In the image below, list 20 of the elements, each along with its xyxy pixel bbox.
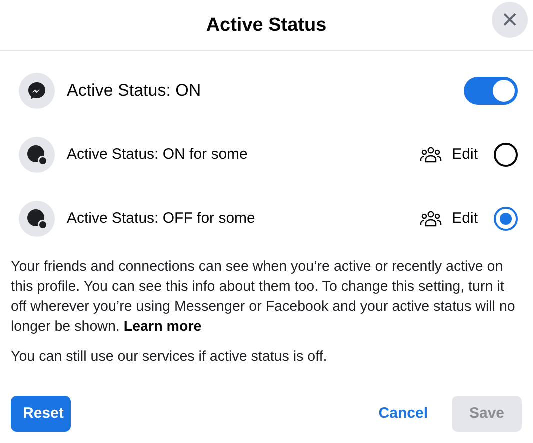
status-dot-icon (19, 201, 55, 237)
close-button[interactable]: × (492, 2, 528, 38)
note-text: You can still use our services if active status is off. (10, 348, 328, 367)
radio-button[interactable] (494, 207, 518, 231)
edit-link[interactable]: Edit (452, 144, 478, 166)
messenger-icon (19, 73, 55, 109)
radio-button[interactable] (494, 143, 518, 167)
description-text: Your friends and connections can see when you’re active or recently active on this profile. You can see this info about them too. To change this setting, turn it off wherever you’re using Messenger or Facebook and your active status will no longer be shown. Learn more (10, 258, 516, 337)
option-label: Active Status: OFF for some (67, 208, 256, 229)
people-icon (420, 146, 442, 164)
people-icon (420, 210, 442, 228)
toggle-switch[interactable] (464, 77, 518, 105)
status-dot-icon (19, 137, 55, 173)
reset-button[interactable]: Reset (11, 396, 71, 432)
option-label: Active Status: ON (67, 80, 202, 102)
edit-link[interactable]: Edit (452, 208, 478, 230)
cancel-button[interactable]: Cancel (366, 396, 440, 432)
option-label: Active Status: ON for some (67, 144, 249, 165)
dialog-title: Active Status (206, 16, 327, 34)
learn-more-link[interactable]: Learn more (124, 319, 202, 335)
